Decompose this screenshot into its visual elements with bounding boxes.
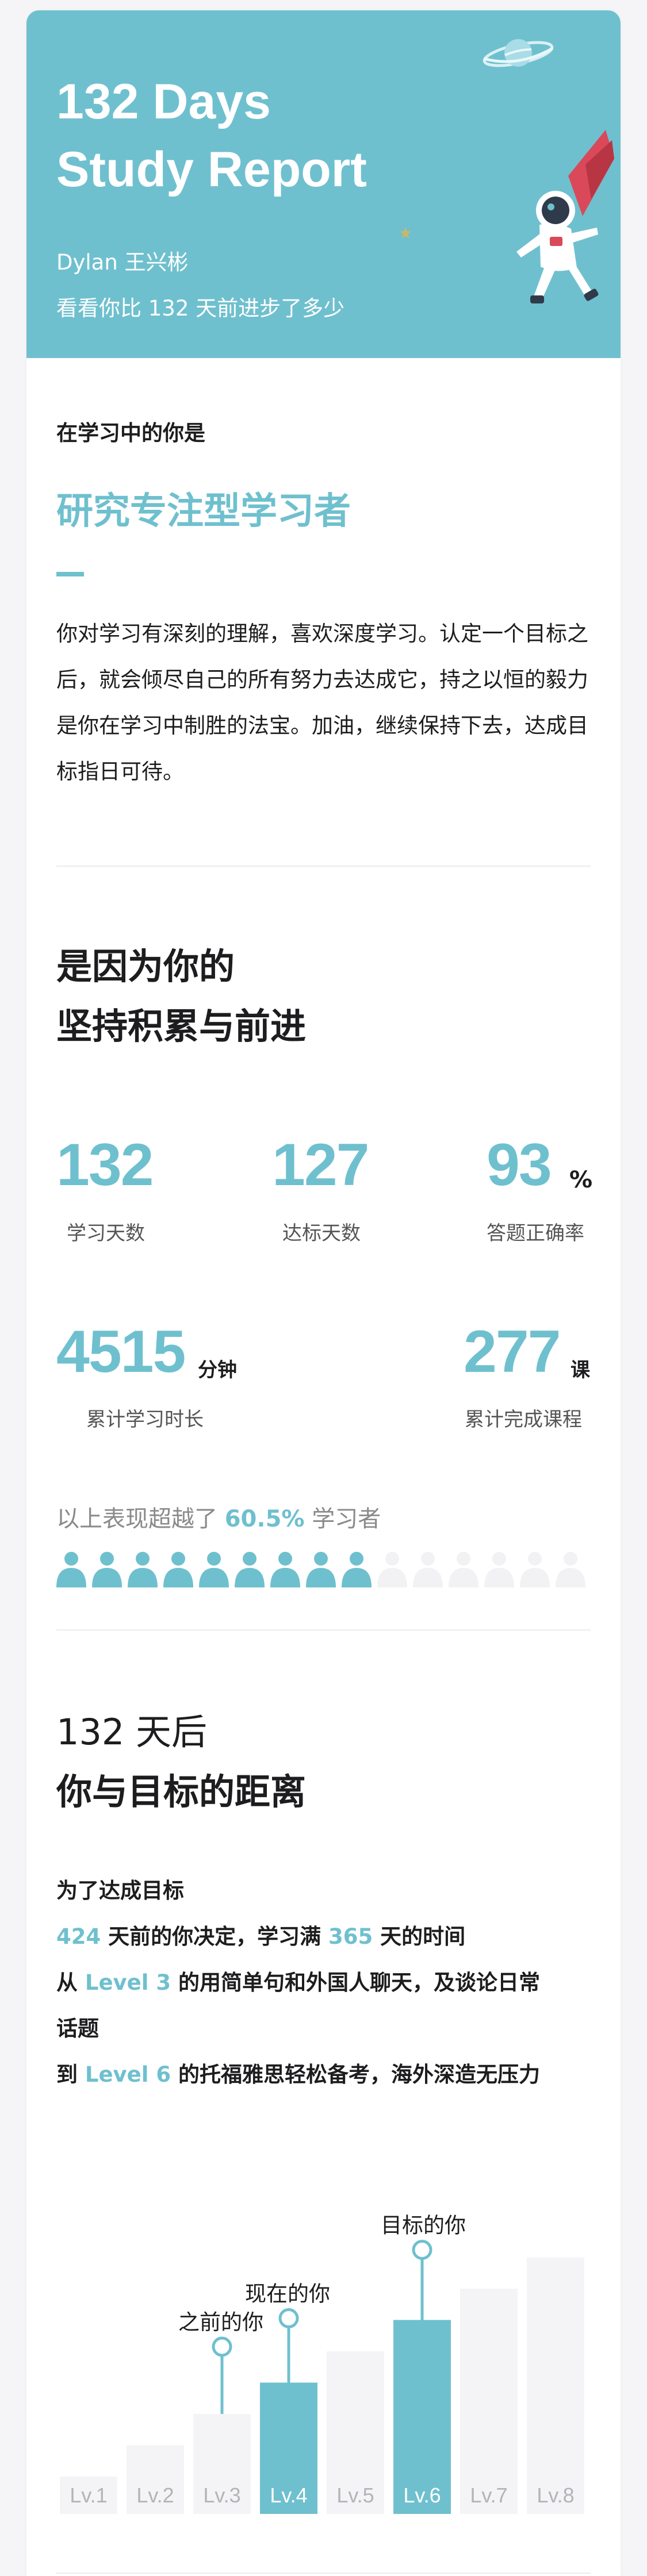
person-icon [520, 1552, 550, 1587]
chart-bar-lv8 [527, 2257, 584, 2514]
person-icon [199, 1552, 229, 1587]
accuracy-label: 答题正确率 [487, 1222, 584, 1245]
person-icon [413, 1552, 443, 1587]
person-icon [342, 1552, 372, 1587]
stats-heading-line-2: 坚持积累与前进 [56, 1005, 307, 1047]
courses-value: 277 [464, 1318, 561, 1385]
person-icon [56, 1552, 86, 1587]
chart-tick-label: Lv.2 [136, 2483, 174, 2507]
accuracy-unit: % [569, 1167, 593, 1193]
study-days-value: 132 [56, 1132, 154, 1198]
start-level: Level 3 [85, 1970, 171, 1995]
goal-line-5-text: 的托福雅思轻松备考，海外深造无压力 [178, 2062, 540, 2087]
learner-description: 你对学习有深刻的理解，喜欢深度学习。认定一个目标之后，就会倾尽自己的所有努力去达… [56, 621, 588, 784]
marker-pin [278, 2308, 299, 2328]
stats-heading-line-1: 是因为你的 [56, 945, 235, 987]
person-icon [235, 1552, 265, 1587]
goal-heading-line-1: 132 天后 [56, 1711, 208, 1753]
accent-dash [56, 572, 84, 576]
accuracy-value: 93 [487, 1132, 552, 1198]
user-name: Dylan 王兴彬 [56, 250, 189, 275]
section-divider [56, 866, 591, 867]
level-progress-chart: Lv.1 Lv.2 Lv.3 Lv.4 Lv.5 Lv.6 Lv.7 Lv.8 之前的你 现在的你… [60, 2213, 584, 2514]
chart-tick-label: Lv.8 [537, 2483, 574, 2507]
goal-line-4: 话题 [56, 2016, 99, 2041]
planet-icon [483, 39, 554, 67]
goal-line-2: 424 天前的你决定，学习满 365 天的时间 [56, 1914, 465, 1960]
study-days-label: 学习天数 [67, 1222, 145, 1245]
report-card: 132 Days Study Report Dylan 王兴彬 看看你比 132… [26, 10, 621, 2576]
chart-tick-label: Lv.3 [203, 2483, 240, 2507]
person-icon [92, 1552, 122, 1587]
person-icon [163, 1552, 193, 1587]
star-icon [400, 227, 411, 239]
marker-label: 之前的你 [178, 2310, 263, 2335]
title-line-1: 132 Days [56, 74, 271, 129]
chart-tick-label: Lv.4 [270, 2483, 307, 2507]
marker-pin [212, 2336, 232, 2357]
chart-bar-lv7 [460, 2289, 518, 2514]
astronaut-illustration [516, 130, 614, 303]
report-header: 132 Days Study Report Dylan 王兴彬 看看你比 132… [26, 10, 621, 358]
plan-days: 365 [328, 1924, 373, 1949]
chart-tick-label: Lv.5 [336, 2483, 374, 2507]
goal-heading: 132 天后 你与目标的距离 [56, 1702, 306, 1822]
person-icon [484, 1552, 514, 1587]
exceed-suffix: 学习者 [312, 1506, 381, 1532]
goal-line-2-text-a: 天前的你决定，学习满 [108, 1924, 321, 1949]
study-time-value: 4515 [56, 1318, 186, 1385]
person-icon [306, 1552, 336, 1587]
stats-heading: 是因为你的 坚持积累与前进 [56, 937, 306, 1056]
goal-line-2-text-b: 天的时间 [380, 1924, 466, 1949]
person-icon [128, 1552, 158, 1587]
section-divider [56, 2573, 591, 2574]
profile-label: 在学习中的你是 [56, 421, 205, 445]
goal-line-1: 为了达成目标 [56, 1878, 184, 1903]
person-icon [449, 1552, 478, 1587]
exceed-text: 以上表现超越了 60.5% 学习者 [56, 1500, 381, 1533]
marker-label: 现在的你 [245, 2282, 330, 2306]
courses-label: 累计完成课程 [465, 1408, 582, 1431]
goal-line-5-prefix: 到 [56, 2062, 78, 2087]
goal-heading-line-2: 你与目标的距离 [56, 1771, 307, 1813]
study-time-unit: 分钟 [198, 1359, 237, 1382]
chart-tick-label: Lv.1 [70, 2483, 107, 2507]
person-icon [377, 1552, 407, 1587]
target-days-label: 达标天数 [282, 1222, 361, 1245]
person-icon [270, 1552, 300, 1587]
marker-pin [412, 2240, 432, 2260]
chart-tick-label: Lv.6 [403, 2483, 441, 2507]
goal-line-5: 到 Level 6 的托福雅思轻松备考，海外深造无压力 [56, 2052, 540, 2098]
study-time-label: 累计学习时长 [86, 1408, 204, 1431]
report-subtitle: 看看你比 132 天前进步了多少 [56, 296, 345, 321]
section-divider [56, 1629, 591, 1631]
goal-line-3-prefix: 从 [56, 1970, 78, 1995]
title-line-2: Study Report [56, 142, 367, 197]
goal-line-3-text: 的用简单句和外国人聊天，及谈论日常 [178, 1970, 540, 1995]
marker-label: 目标的你 [381, 2213, 466, 2238]
people-percentile-row [56, 1552, 585, 1587]
report-title: 132 Days Study Report [56, 68, 459, 203]
chart-tick-label: Lv.7 [470, 2483, 507, 2507]
decided-days: 424 [56, 1924, 101, 1949]
learner-type: 研究专注型学习者 [56, 490, 351, 533]
exceed-value: 60.5% [224, 1506, 305, 1532]
target-level: Level 6 [85, 2062, 171, 2087]
person-icon [556, 1552, 585, 1587]
goal-line-3: 从 Level 3 的用简单句和外国人聊天，及谈论日常 [56, 1960, 540, 2006]
exceed-prefix: 以上表现超越了 [56, 1506, 217, 1532]
target-days-value: 127 [272, 1132, 370, 1198]
courses-unit: 课 [571, 1359, 590, 1382]
